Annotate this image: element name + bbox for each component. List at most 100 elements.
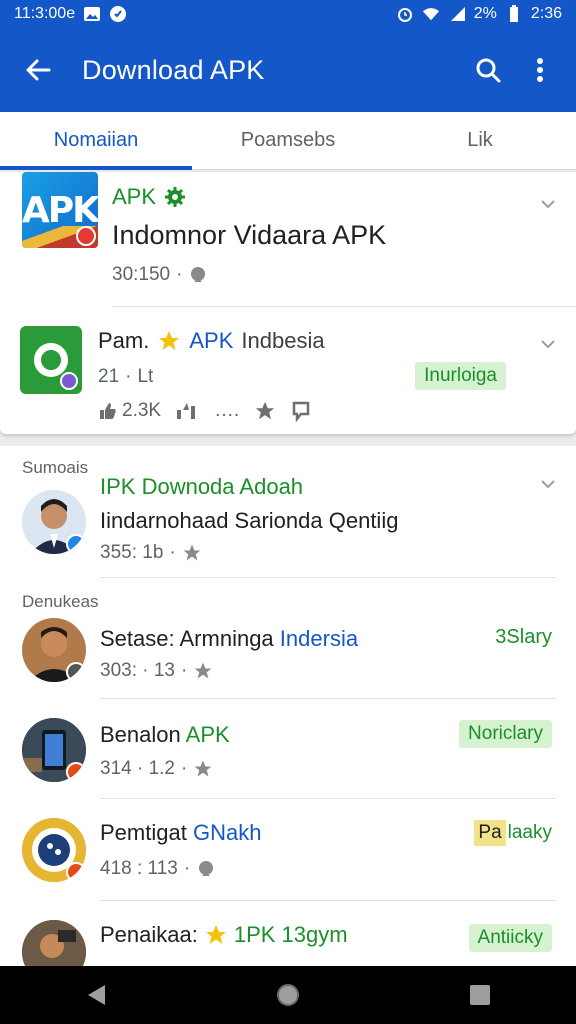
- item-title-b: APK: [189, 328, 234, 353]
- more-options-button[interactable]: [514, 44, 566, 96]
- nav-home-button[interactable]: [268, 975, 308, 1015]
- app-bar: Download APK: [0, 28, 576, 112]
- item-subtitle: Iindarnohaad Sarionda Qentiig: [100, 508, 399, 533]
- star-icon: [205, 925, 226, 944]
- list-item[interactable]: Penaikaa: 1PK 13gym Antiicky: [0, 914, 576, 966]
- item-title-a: Pam.: [98, 328, 150, 353]
- apk-logo-text: APK: [22, 189, 98, 231]
- avatar: [22, 818, 86, 882]
- arrow-back-icon: [26, 59, 51, 81]
- featured-card: APK APK Indomnor Vidaara APK 30:150 · Pa…: [0, 172, 576, 434]
- status-pill: Noriclary: [459, 720, 552, 748]
- divider: [100, 798, 556, 799]
- separator-dot: ·: [181, 660, 188, 681]
- app-list: Sumoais IPK Downoda Adoah Iindarnohaad S…: [0, 446, 576, 966]
- item-meta-text: 314 · 1.2: [100, 758, 175, 779]
- system-nav-bar: [0, 966, 576, 1024]
- item-title: Penaikaa:: [100, 922, 198, 947]
- badge-icon: [191, 267, 206, 282]
- nav-recents-button[interactable]: [460, 975, 500, 1015]
- page-title: Download APK: [82, 54, 265, 85]
- item-title: Setase: Armninga: [100, 626, 274, 651]
- item-meta: 314 · 1.2 ·: [100, 758, 213, 780]
- badge-icon: [199, 861, 214, 876]
- star-icon: [159, 331, 180, 350]
- divider: [100, 900, 556, 901]
- search-button[interactable]: [462, 44, 514, 96]
- status-time-right: 2:36: [530, 5, 562, 22]
- chevron-down-icon[interactable]: [540, 336, 556, 352]
- item-meta-text: 355: 1b: [100, 542, 164, 563]
- image-icon: [83, 5, 101, 23]
- list-item[interactable]: IPK Downoda Adoah Iindarnohaad Sarionda …: [0, 466, 576, 578]
- share-icon[interactable]: [175, 401, 201, 421]
- more-dots: ....: [215, 400, 241, 421]
- separator-dot: ·: [125, 366, 132, 387]
- item-title-b: 1PK 13gym: [233, 922, 348, 947]
- avatar: [22, 618, 86, 682]
- more-vert-icon: [537, 58, 543, 82]
- battery-icon: [505, 5, 523, 23]
- section-header: Denukeas: [22, 592, 99, 611]
- chevron-down-icon[interactable]: [540, 196, 556, 212]
- search-icon: [476, 58, 501, 83]
- tab-nomaiian[interactable]: Nomaiian: [0, 112, 192, 170]
- list-item[interactable]: Benalon APK 314 · 1.2 · Noriclary: [0, 712, 576, 798]
- avatar: [22, 718, 86, 782]
- star-icon: [183, 544, 201, 561]
- divider: [100, 577, 556, 578]
- item-meta-text: 303: · 13: [100, 660, 175, 681]
- star-icon: [194, 662, 212, 679]
- item-meta: 303: · 13 ·: [100, 660, 213, 682]
- list-item[interactable]: Pam. APK Indbesia 21 · Lt Inurloiga 2.3K…: [0, 306, 576, 434]
- item-title: Benalon: [100, 722, 181, 747]
- status-label-a: Pa: [474, 820, 506, 846]
- star-icon: [194, 760, 212, 777]
- triangle-back-icon: [88, 985, 105, 1005]
- status-pill: Antiicky: [468, 924, 552, 952]
- item-title: IPK Downoda Adoah: [100, 474, 304, 499]
- verified-icon: [165, 187, 186, 207]
- status-label-b: laaky: [507, 822, 552, 843]
- item-meta-text: 30:150: [112, 264, 171, 285]
- tab-bar: Nomaiian Poamsebs Lik: [0, 112, 576, 170]
- signal-icon: [448, 5, 466, 23]
- status-label: Pa laaky: [474, 820, 552, 846]
- item-title-b: GNakh: [192, 820, 262, 845]
- list-item[interactable]: Setase: Armninga Indersia 303: · 13 · 3S…: [0, 614, 576, 698]
- apk-app-logo: APK: [22, 172, 98, 248]
- separator-dot: ·: [181, 758, 188, 779]
- item-meta: 418 : 113 ·: [100, 858, 216, 880]
- star-outline-icon[interactable]: [254, 400, 276, 422]
- chevron-down-icon[interactable]: [540, 476, 556, 492]
- nav-back-button[interactable]: [76, 975, 116, 1015]
- battery-percent: 2%: [473, 5, 497, 22]
- likes-text: 2.3K: [122, 400, 162, 421]
- separator-dot: ·: [176, 264, 183, 285]
- item-title: Indomnor Vidaara APK: [112, 220, 387, 250]
- avatar: [22, 920, 86, 966]
- item-meta-text: 418 : 113: [100, 858, 178, 879]
- tab-poamsebs[interactable]: Poamsebs: [192, 112, 384, 169]
- square-recents-icon: [470, 985, 490, 1005]
- item-title-b: APK: [185, 722, 230, 747]
- app-notification-icon: [109, 5, 127, 23]
- item-meta: 21 · Lt: [98, 366, 153, 388]
- divider: [100, 698, 556, 699]
- wifi-icon: [422, 5, 440, 23]
- item-meta: 355: 1b ·: [100, 542, 202, 564]
- item-title-b: Indersia: [279, 626, 359, 651]
- apk-tag: APK: [112, 184, 157, 209]
- back-button[interactable]: [10, 42, 66, 98]
- tab-lik[interactable]: Lik: [384, 112, 576, 169]
- list-item[interactable]: APK APK Indomnor Vidaara APK 30:150 ·: [0, 172, 576, 306]
- item-title-c: Indbesia: [241, 328, 325, 353]
- circle-home-icon: [277, 984, 299, 1006]
- separator-dot: ·: [169, 542, 176, 563]
- list-item[interactable]: Pemtigat GNakh 418 : 113 · Pa laaky: [0, 812, 576, 900]
- status-pill: Inurloiga: [415, 362, 506, 390]
- item-title: Pemtigat: [100, 820, 187, 845]
- like-count[interactable]: 2.3K: [98, 400, 161, 422]
- green-app-logo: [20, 326, 82, 394]
- bookmark-icon[interactable]: [290, 400, 312, 422]
